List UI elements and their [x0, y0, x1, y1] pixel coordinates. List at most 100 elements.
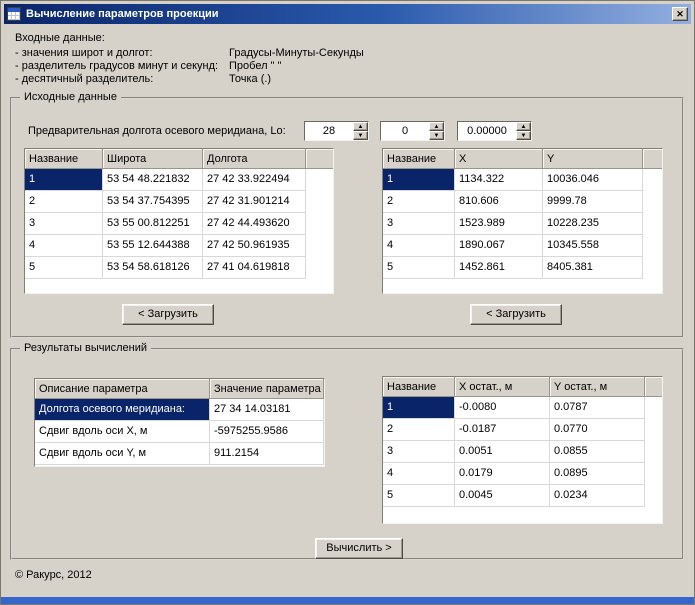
xy-table: НазваниеXY 11134.32210036.046 2810.6069999… — [383, 149, 662, 279]
table-cell[interactable]: 0.0770 — [550, 419, 645, 441]
table-cell[interactable]: 3 — [25, 213, 103, 235]
column-header[interactable]: Долгота — [203, 149, 306, 169]
table-cell[interactable]: 53 55 00.812251 — [103, 213, 203, 235]
table-cell[interactable]: 3 — [383, 213, 455, 235]
column-header[interactable]: X остат., м — [455, 377, 550, 397]
table-cell[interactable]: 53 54 58.618126 — [103, 257, 203, 279]
table-cell[interactable]: 10036.046 — [543, 169, 643, 191]
table-cell[interactable]: 4 — [25, 235, 103, 257]
table-cell[interactable]: 3 — [383, 441, 455, 463]
table-cell[interactable]: 27 42 44.493620 — [203, 213, 306, 235]
table-cell[interactable]: 27 34 14.03181 — [210, 399, 324, 421]
table-cell[interactable]: 0.0179 — [455, 463, 550, 485]
table-cell[interactable]: 0.0855 — [550, 441, 645, 463]
table-cell[interactable]: 0.0787 — [550, 397, 645, 419]
copyright: © Ракурс, 2012 — [15, 569, 92, 581]
intro-label-format: - значения широт и долгот: — [15, 47, 229, 60]
group-results: Результаты вычислений Описание параметра… — [10, 348, 684, 560]
table-cell[interactable]: 8405.381 — [543, 257, 643, 279]
table-cell[interactable]: 1452.861 — [455, 257, 543, 279]
table-cell[interactable]: 53 55 12.644388 — [103, 235, 203, 257]
table-cell[interactable]: 4 — [383, 463, 455, 485]
load-xy-button[interactable]: < Загрузить — [470, 304, 562, 325]
cell-filler — [306, 191, 333, 213]
table-cell[interactable]: 911.2154 — [210, 443, 324, 465]
table-cell[interactable]: -0.0080 — [455, 397, 550, 419]
table-cell[interactable]: -0.0187 — [455, 419, 550, 441]
table-cell[interactable]: 0.0051 — [455, 441, 550, 463]
table-cell[interactable]: 2 — [25, 191, 103, 213]
cell-filler — [645, 397, 662, 419]
column-header[interactable]: Название — [383, 149, 455, 169]
table-cell[interactable]: Долгота осевого меридиана: — [35, 399, 210, 421]
table-cell[interactable]: 0.0895 — [550, 463, 645, 485]
meridian-minutes-input[interactable] — [381, 122, 429, 140]
cell-filler — [306, 169, 333, 191]
meridian-degrees-input[interactable] — [305, 122, 353, 140]
spin-down-button[interactable]: ▼ — [429, 131, 444, 140]
table-cell[interactable]: 27 41 04.619818 — [203, 257, 306, 279]
header-row: НазваниеШиротаДолгота — [25, 149, 333, 169]
table-cell[interactable]: 10345.558 — [543, 235, 643, 257]
column-header[interactable]: Название — [383, 377, 455, 397]
table-cell[interactable]: 5 — [25, 257, 103, 279]
table-cell[interactable]: 1 — [383, 169, 455, 191]
table-cell[interactable]: 2 — [383, 191, 455, 213]
column-header[interactable]: Название — [25, 149, 103, 169]
load-geo-button[interactable]: < Загрузить — [122, 304, 214, 325]
table-cell[interactable]: 1523.989 — [455, 213, 543, 235]
spin-up-button[interactable]: ▲ — [353, 122, 368, 131]
spin-up-button[interactable]: ▲ — [516, 122, 531, 131]
spin-up-button[interactable]: ▲ — [429, 122, 444, 131]
input-data-heading: Входные данные: — [15, 32, 105, 44]
table-cell[interactable]: 0.0234 — [550, 485, 645, 507]
bottom-edge — [1, 597, 694, 604]
table-cell[interactable]: 27 42 50.961935 — [203, 235, 306, 257]
table-cell[interactable]: Сдвиг вдоль оси Y, м — [35, 443, 210, 465]
column-header[interactable]: X — [455, 149, 543, 169]
cell-filler — [643, 257, 662, 279]
table-cell[interactable]: 1 — [25, 169, 103, 191]
table-cell[interactable]: 5 — [383, 257, 455, 279]
intro-label-decimal: - десятичный разделитель: — [15, 73, 229, 86]
intro-value-separator: Пробел " " — [229, 60, 281, 73]
table-cell[interactable]: 0.0045 — [455, 485, 550, 507]
table-cell[interactable]: 2 — [383, 419, 455, 441]
table-row: 453 55 12.64438827 42 50.961935 — [25, 235, 333, 257]
table-cell[interactable]: 1890.067 — [455, 235, 543, 257]
column-header[interactable]: Широта — [103, 149, 203, 169]
intro-row: - значения широт и долгот: Градусы-Минут… — [15, 47, 364, 60]
header-filler — [645, 377, 662, 397]
intro-label-separator: - разделитель градусов минут и секунд: — [15, 60, 229, 73]
spin-down-button[interactable]: ▼ — [516, 131, 531, 140]
table-cell[interactable]: 10228.235 — [543, 213, 643, 235]
calculate-button[interactable]: Вычислить > — [315, 538, 403, 559]
params-table-container: Описание параметраЗначение параметраДолг… — [34, 378, 325, 467]
table-cell[interactable]: 1 — [383, 397, 455, 419]
intro-row: - разделитель градусов минут и секунд: П… — [15, 60, 364, 73]
table-cell[interactable]: 27 42 33.922494 — [203, 169, 306, 191]
meridian-seconds-input[interactable] — [458, 122, 516, 140]
title-bar[interactable]: Вычисление параметров проекции ✕ — [4, 4, 691, 24]
column-header[interactable]: Описание параметра — [35, 379, 210, 399]
column-header[interactable]: Значение параметра — [210, 379, 324, 399]
spin-buttons: ▲ ▼ — [353, 122, 368, 140]
app-icon[interactable] — [7, 7, 21, 21]
cell-filler — [306, 235, 333, 257]
params-table: Описание параметраЗначение параметраДолг… — [35, 379, 324, 465]
column-header[interactable]: Y — [543, 149, 643, 169]
table-cell[interactable]: 9999.78 — [543, 191, 643, 213]
table-cell[interactable]: 53 54 37.754395 — [103, 191, 203, 213]
table-cell[interactable]: 810.606 — [455, 191, 543, 213]
table-cell[interactable]: 4 — [383, 235, 455, 257]
spin-down-button[interactable]: ▼ — [353, 131, 368, 140]
table-cell[interactable]: Сдвиг вдоль оси X, м — [35, 421, 210, 443]
column-header[interactable]: Y остат., м — [550, 377, 645, 397]
table-cell[interactable]: 1134.322 — [455, 169, 543, 191]
close-button[interactable]: ✕ — [672, 7, 688, 21]
table-cell[interactable]: 27 42 31.901214 — [203, 191, 306, 213]
header-filler — [306, 149, 333, 169]
table-cell[interactable]: 53 54 48.221832 — [103, 169, 203, 191]
table-cell[interactable]: -5975255.9586 — [210, 421, 324, 443]
table-cell[interactable]: 5 — [383, 485, 455, 507]
